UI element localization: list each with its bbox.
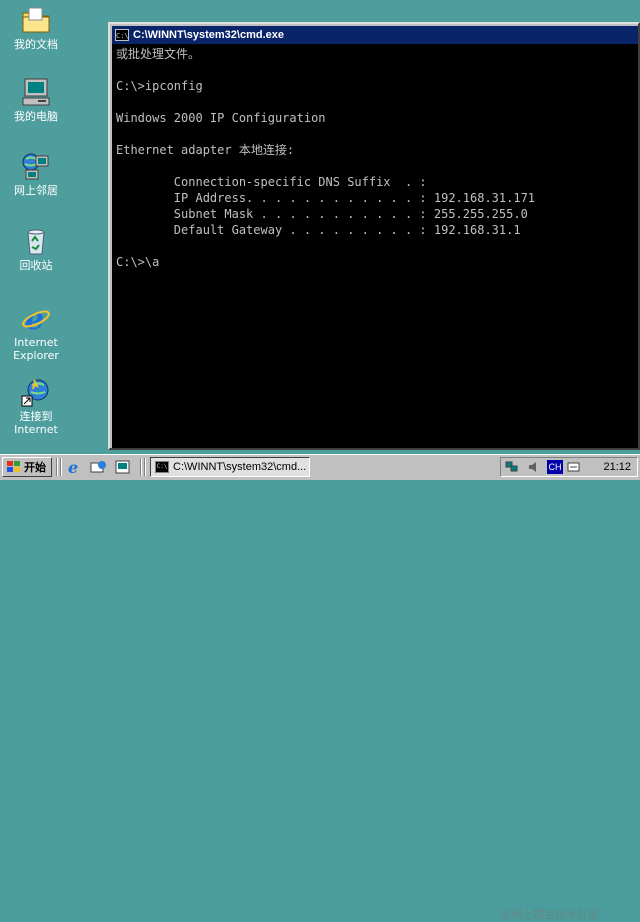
network-icon bbox=[20, 150, 52, 182]
folder-icon bbox=[20, 4, 52, 36]
quicklaunch-ie-icon[interactable]: e bbox=[66, 458, 84, 477]
quicklaunch-show-desktop-icon[interactable] bbox=[114, 459, 132, 475]
desktop-icon-label: Internet Explorer bbox=[13, 336, 59, 362]
taskbar-separator bbox=[60, 458, 62, 476]
start-button[interactable]: 开始 bbox=[2, 457, 52, 477]
console-prompt-line[interactable]: C:\>\a bbox=[116, 254, 634, 270]
taskbar-button-cmd[interactable]: C:\ C:\WINNT\system32\cmd... bbox=[150, 457, 310, 477]
console-line: Ethernet adapter 本地连接: bbox=[116, 143, 295, 157]
taskbar-separator bbox=[140, 458, 142, 476]
desktop-icon-label: 回收站 bbox=[19, 259, 53, 272]
cmd-window[interactable]: C:\ C:\WINNT\system32\cmd.exe 或批处理文件。 C:… bbox=[108, 22, 640, 450]
cmd-icon: C:\ bbox=[155, 461, 169, 473]
windows-logo-icon bbox=[7, 461, 21, 473]
console-line: Subnet Mask . . . . . . . . . . . : 255.… bbox=[116, 207, 528, 221]
desktop-icon-my-documents[interactable]: 我的文档 bbox=[4, 4, 68, 51]
console-output[interactable]: 或批处理文件。 C:\>ipconfig Windows 2000 IP Con… bbox=[112, 44, 638, 448]
desktop-icon-my-computer[interactable]: 我的电脑 bbox=[4, 76, 68, 123]
console-line: 或批处理文件。 bbox=[116, 47, 201, 61]
window-titlebar[interactable]: C:\ C:\WINNT\system32\cmd.exe bbox=[112, 26, 638, 44]
console-line: IP Address. . . . . . . . . . . . : 192.… bbox=[116, 191, 536, 205]
desktop: 我的文档 我的电脑 网上邻居 回收站 e Internet Explorer 连… bbox=[0, 0, 640, 454]
desktop-icon-internet-explorer[interactable]: e Internet Explorer bbox=[4, 302, 68, 362]
svg-text:e: e bbox=[68, 459, 78, 475]
desktop-icon-recycle-bin[interactable]: 回收站 bbox=[4, 225, 68, 272]
volume-icon[interactable] bbox=[527, 461, 541, 473]
desktop-icon-label: 网上邻居 bbox=[14, 184, 58, 197]
desktop-icon-label: 连接到 Internet bbox=[14, 410, 58, 436]
desktop-icon-network[interactable]: 网上邻居 bbox=[4, 150, 68, 197]
window-title: C:\WINNT\system32\cmd.exe bbox=[133, 29, 284, 41]
console-line: Windows 2000 IP Configuration bbox=[116, 111, 326, 125]
console-line: Default Gateway . . . . . . . . . : 192.… bbox=[116, 223, 521, 237]
input-method-icon[interactable] bbox=[567, 461, 581, 473]
clock[interactable]: 21:12 bbox=[603, 461, 631, 473]
watermark-text: @稀土掘金技术社区 bbox=[500, 908, 599, 921]
console-line: C:\>ipconfig bbox=[116, 79, 203, 93]
taskbar: 开始 e C:\ C:\WINNT\system32\cmd... CH 21:… bbox=[0, 454, 640, 921]
quicklaunch-outlook-icon[interactable] bbox=[90, 459, 108, 475]
connect-internet-icon bbox=[20, 376, 52, 408]
language-indicator[interactable]: CH bbox=[547, 460, 563, 474]
start-label: 开始 bbox=[24, 461, 46, 474]
recycle-bin-icon bbox=[20, 225, 52, 257]
taskbar-button-label: C:\WINNT\system32\cmd... bbox=[173, 461, 307, 473]
computer-icon bbox=[20, 76, 52, 108]
desktop-icon-label: 我的文档 bbox=[14, 38, 58, 51]
console-line: Connection-specific DNS Suffix . : bbox=[116, 175, 427, 189]
taskbar-separator bbox=[144, 458, 146, 476]
network-tray-icon[interactable] bbox=[505, 461, 519, 473]
desktop-icon-label: 我的电脑 bbox=[14, 110, 58, 123]
desktop-icon-connect-internet[interactable]: 连接到 Internet bbox=[4, 376, 68, 436]
internet-explorer-icon: e bbox=[20, 302, 52, 337]
cmd-icon[interactable]: C:\ bbox=[115, 29, 129, 41]
taskbar-separator bbox=[56, 458, 58, 476]
system-tray: CH 21:12 bbox=[500, 457, 638, 477]
